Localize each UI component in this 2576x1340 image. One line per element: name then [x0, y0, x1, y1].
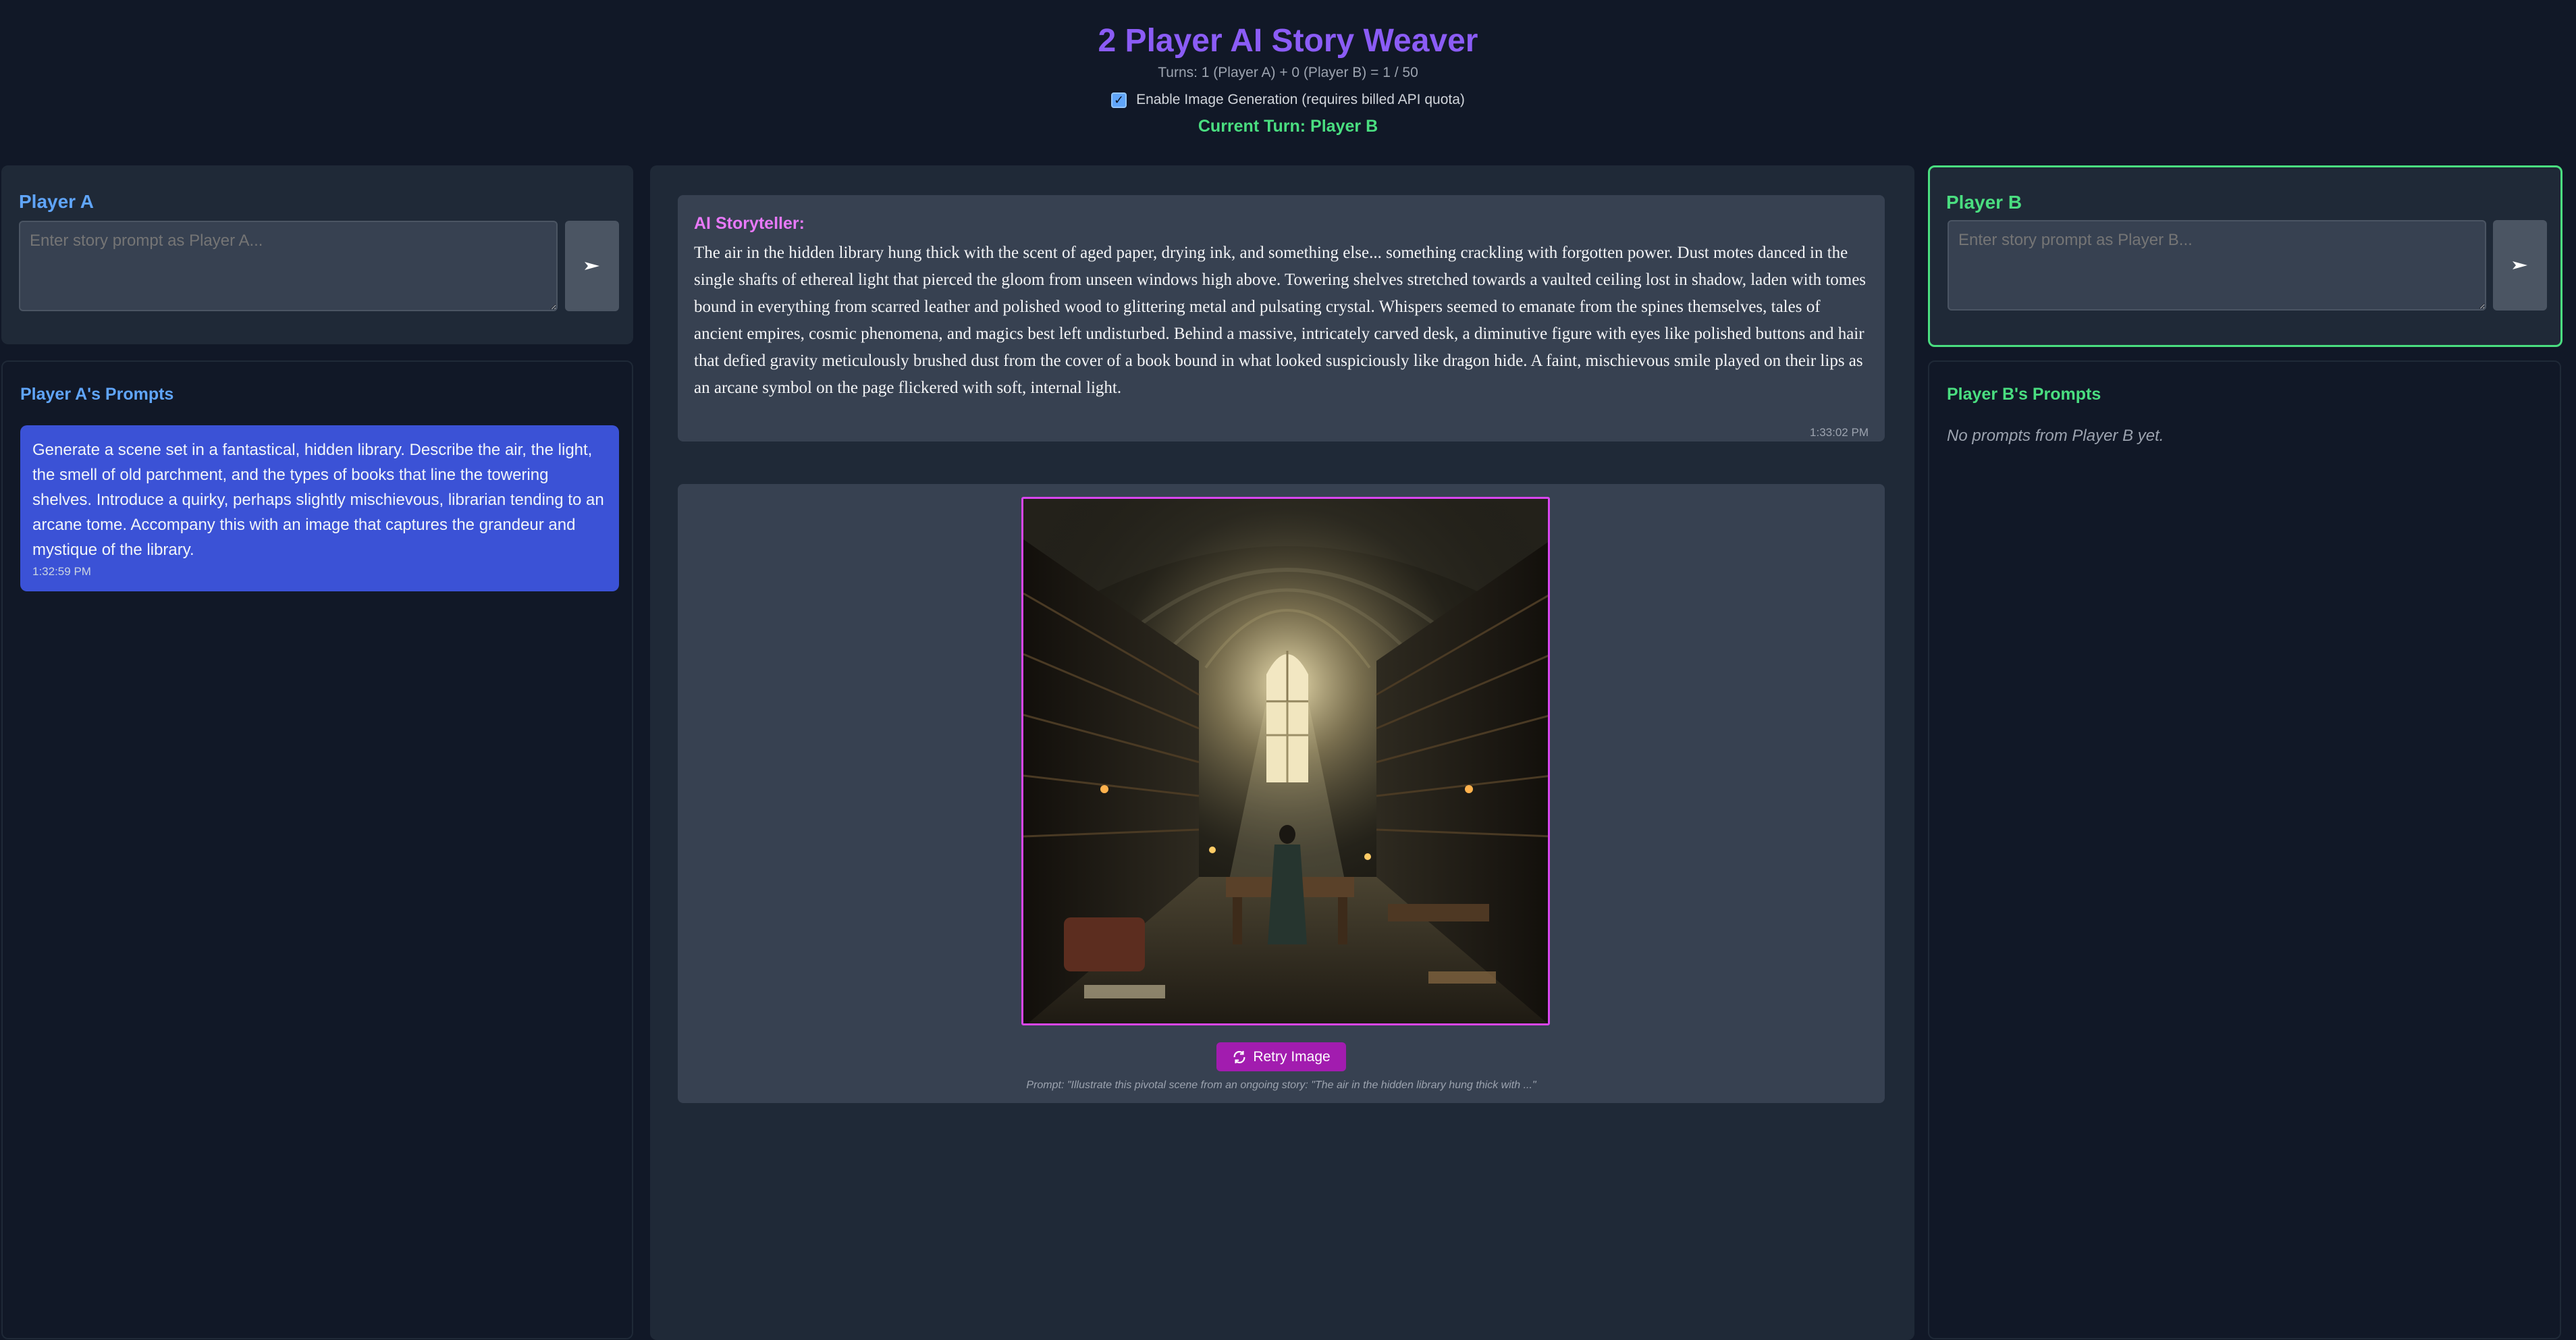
- player-a-prompt-input[interactable]: [19, 221, 558, 311]
- story-text: The air in the hidden library hung thick…: [694, 244, 1867, 397]
- refresh-icon: [1233, 1050, 1245, 1063]
- image-card: Retry Image Prompt: "Illustrate this piv…: [678, 484, 1885, 1103]
- player-a-send-button[interactable]: [565, 221, 619, 311]
- player-b-title: Player B: [1946, 192, 2022, 213]
- retry-image-label: Retry Image: [1253, 1048, 1331, 1065]
- prompt-text: Generate a scene set in a fantastical, h…: [32, 441, 604, 559]
- player-b-panel: Player B: [1928, 165, 2562, 347]
- story-image: [1021, 497, 1550, 1025]
- player-a-panel: Player A: [1, 165, 633, 344]
- image-generation-toggle[interactable]: ✓ Enable Image Generation (requires bill…: [0, 92, 2576, 108]
- send-icon: [585, 262, 599, 270]
- page-title: 2 Player AI Story Weaver: [1098, 23, 1478, 59]
- send-icon: [2513, 261, 2527, 269]
- turn-counter: Turns: 1 (Player A) + 0 (Player B) = 1 /…: [1158, 65, 1418, 80]
- story-timestamp: 1:33:02 PM: [1810, 426, 1869, 439]
- prompt-item: Generate a scene set in a fantastical, h…: [20, 425, 619, 591]
- header: 2 Player AI Story Weaver Turns: 1 (Playe…: [0, 0, 2576, 162]
- no-prompts-message: No prompts from Player B yet.: [1947, 427, 2164, 445]
- image-generation-label: Enable Image Generation (requires billed…: [1136, 92, 1465, 107]
- story-card: AI Storyteller: The air in the hidden li…: [678, 195, 1885, 441]
- library-illustration: [1023, 499, 1548, 1023]
- player-b-prompts-title: Player B's Prompts: [1947, 385, 2101, 404]
- image-generation-checkbox[interactable]: ✓: [1111, 92, 1127, 108]
- ai-storyteller-label: AI Storyteller:: [694, 214, 805, 233]
- image-prompt-caption: Prompt: "Illustrate this pivotal scene f…: [1026, 1079, 1536, 1091]
- current-turn-indicator: Current Turn: Player B: [1198, 117, 1378, 136]
- player-b-prompts-panel: Player B's Prompts No prompts from Playe…: [1928, 360, 2561, 1339]
- player-b-prompt-input[interactable]: [1948, 220, 2486, 311]
- retry-image-button[interactable]: Retry Image: [1216, 1042, 1346, 1071]
- player-a-prompts-panel: Player A's Prompts Generate a scene set …: [1, 360, 633, 1339]
- player-b-send-button[interactable]: [2493, 220, 2547, 311]
- player-a-title: Player A: [19, 191, 95, 212]
- prompt-timestamp: 1:32:59 PM: [32, 565, 91, 578]
- player-a-prompts-title: Player A's Prompts: [20, 385, 174, 404]
- story-column: AI Storyteller: The air in the hidden li…: [650, 165, 1914, 1340]
